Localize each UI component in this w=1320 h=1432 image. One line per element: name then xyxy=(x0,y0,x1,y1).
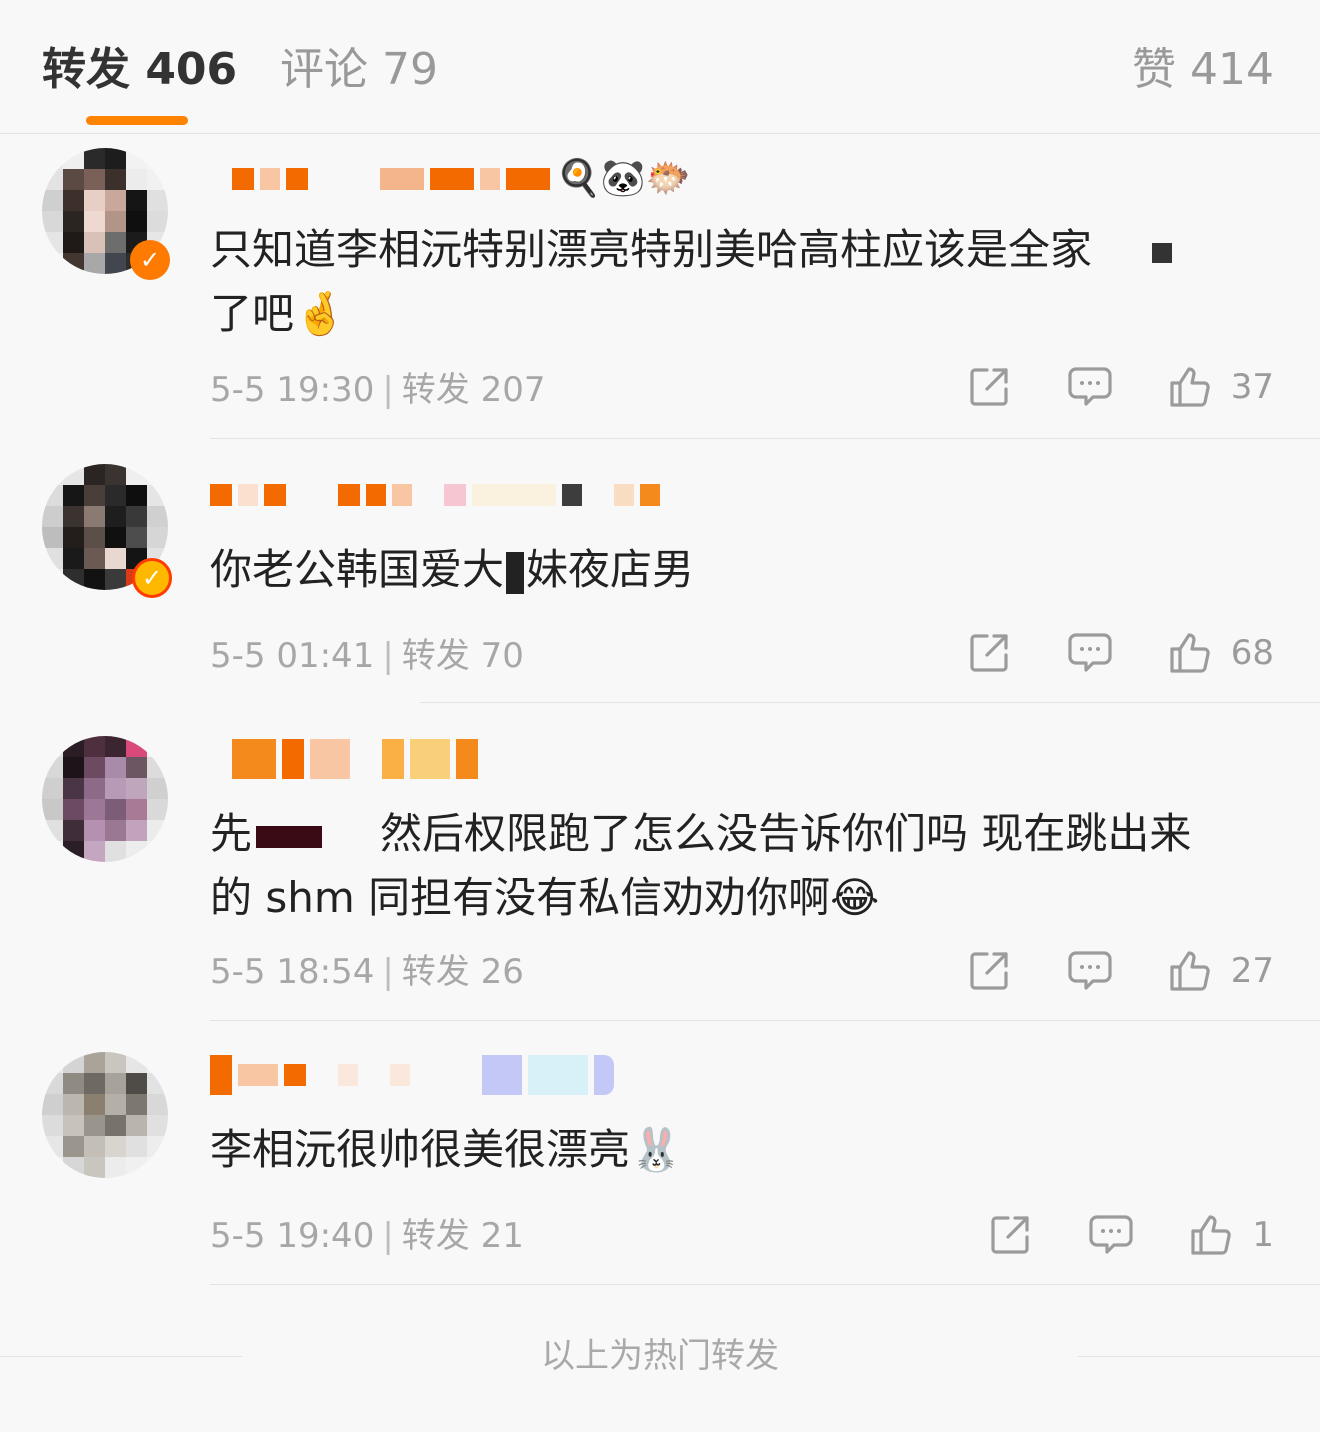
repost-count: 转发 207 xyxy=(401,370,546,410)
share-button[interactable] xyxy=(967,631,1011,675)
name-emoji-icons: 🍳🐼🐡 xyxy=(556,158,691,199)
repost-meta: 5-5 19:30 | 转发 207 xyxy=(210,370,546,410)
bunny-emoji: 🐰 xyxy=(630,1125,683,1174)
action-bar: 27 xyxy=(911,946,1274,996)
like-button[interactable]: 68 xyxy=(1169,631,1274,675)
repost-meta: 5-5 19:40 | 转发 21 xyxy=(210,1216,524,1256)
action-bar: 37 xyxy=(911,362,1274,412)
avatar[interactable] xyxy=(42,1052,168,1178)
share-button[interactable] xyxy=(988,1213,1032,1257)
avatar[interactable] xyxy=(42,736,168,862)
thumbs-up-icon xyxy=(1170,633,1210,673)
tab-bar: 转发 406 评论 79 赞 414 xyxy=(0,0,1320,134)
repost-meta: 5-5 01:41 | 转发 70 xyxy=(210,636,524,676)
repost-item: 先然后权限跑了怎么没告诉你们吗 现在跳出来 的 shm 同担有没有私信劝劝你啊😂… xyxy=(0,704,1320,1022)
like-button[interactable]: 27 xyxy=(1169,949,1274,993)
repost-count: 转发 26 xyxy=(401,952,524,992)
username-redacted[interactable] xyxy=(210,472,660,518)
tab-like[interactable]: 赞 414 xyxy=(1132,40,1274,100)
repost-time: 5-5 18:54 xyxy=(210,952,375,992)
username-redacted[interactable] xyxy=(210,736,478,782)
repost-item: ✓ 🍳🐼🐡 只知道李相沅特别漂亮特别美哈高柱应该是全家 了吧🤞 5-5 19:3… xyxy=(0,134,1320,440)
hot-reposts-footer: 以上为热门转发 xyxy=(0,1332,1320,1380)
comment-icon xyxy=(1089,1215,1133,1254)
laughing-emoji: 😂 xyxy=(830,873,880,922)
like-button[interactable]: 1 xyxy=(1190,1213,1274,1257)
divider xyxy=(210,1020,1320,1021)
repost-count: 转发 70 xyxy=(401,636,524,676)
username-redacted[interactable]: 🍳🐼🐡 xyxy=(210,156,690,202)
repost-item: 李相沅很帅很美很漂亮🐰 5-5 19:40 | 转发 21 1 xyxy=(0,1022,1320,1286)
repost-text: 你老公韩国爱大 妹夜店男 xyxy=(210,545,695,594)
repost-text: 只知道李相沅特别漂亮特别美哈高柱应该是全家 了吧🤞 xyxy=(210,218,1270,346)
share-button[interactable] xyxy=(967,949,1011,993)
repost-meta: 5-5 18:54 | 转发 26 xyxy=(210,952,524,992)
like-button[interactable]: 37 xyxy=(1169,365,1274,409)
comment-icon xyxy=(1068,951,1112,990)
repost-time: 5-5 01:41 xyxy=(210,636,375,676)
username-redacted[interactable] xyxy=(210,1052,614,1098)
comment-button[interactable] xyxy=(1067,950,1113,992)
divider xyxy=(210,1284,1320,1285)
like-count: 37 xyxy=(1230,367,1274,407)
divider xyxy=(210,438,1320,439)
action-bar: 1 xyxy=(932,1210,1274,1260)
verified-badge-icon: ✓ xyxy=(132,558,172,598)
share-button[interactable] xyxy=(967,365,1011,409)
repost-item: ✓ 你老公韩国爱大 妹夜店男 5-5 01:41 | 转发 70 68 xyxy=(0,440,1320,704)
share-icon xyxy=(970,368,1008,406)
thumbs-up-icon xyxy=(1170,951,1210,991)
thumbs-up-icon xyxy=(1191,1215,1232,1255)
share-icon xyxy=(970,952,1008,990)
footer-divider-right xyxy=(1078,1356,1320,1357)
divider xyxy=(420,702,1320,703)
like-count: 27 xyxy=(1230,951,1274,991)
like-count: 1 xyxy=(1252,1215,1274,1255)
like-count: 68 xyxy=(1230,633,1274,673)
repost-text: 先然后权限跑了怎么没告诉你们吗 现在跳出来 的 shm 同担有没有私信劝劝你啊😂 xyxy=(210,809,1192,922)
repost-time: 5-5 19:30 xyxy=(210,370,375,410)
member-badge-icon: ✓ xyxy=(130,240,170,280)
tab-comment[interactable]: 评论 79 xyxy=(280,40,438,100)
repost-count: 转发 21 xyxy=(401,1216,524,1256)
share-icon xyxy=(991,1216,1029,1254)
repost-time: 5-5 19:40 xyxy=(210,1216,375,1256)
comment-button[interactable] xyxy=(1067,366,1113,408)
action-bar: 68 xyxy=(911,628,1274,678)
thumbs-up-icon xyxy=(1170,367,1210,407)
share-icon xyxy=(970,634,1008,672)
comment-button[interactable] xyxy=(1067,632,1113,674)
comment-icon xyxy=(1068,367,1112,406)
tab-repost[interactable]: 转发 406 xyxy=(42,40,237,100)
comment-button[interactable] xyxy=(1088,1214,1134,1256)
comment-icon xyxy=(1068,633,1112,672)
repost-text: 李相沅很帅很美很漂亮🐰 xyxy=(210,1125,683,1174)
active-tab-indicator xyxy=(86,116,188,125)
fingers-crossed-emoji: 🤞 xyxy=(294,289,347,338)
